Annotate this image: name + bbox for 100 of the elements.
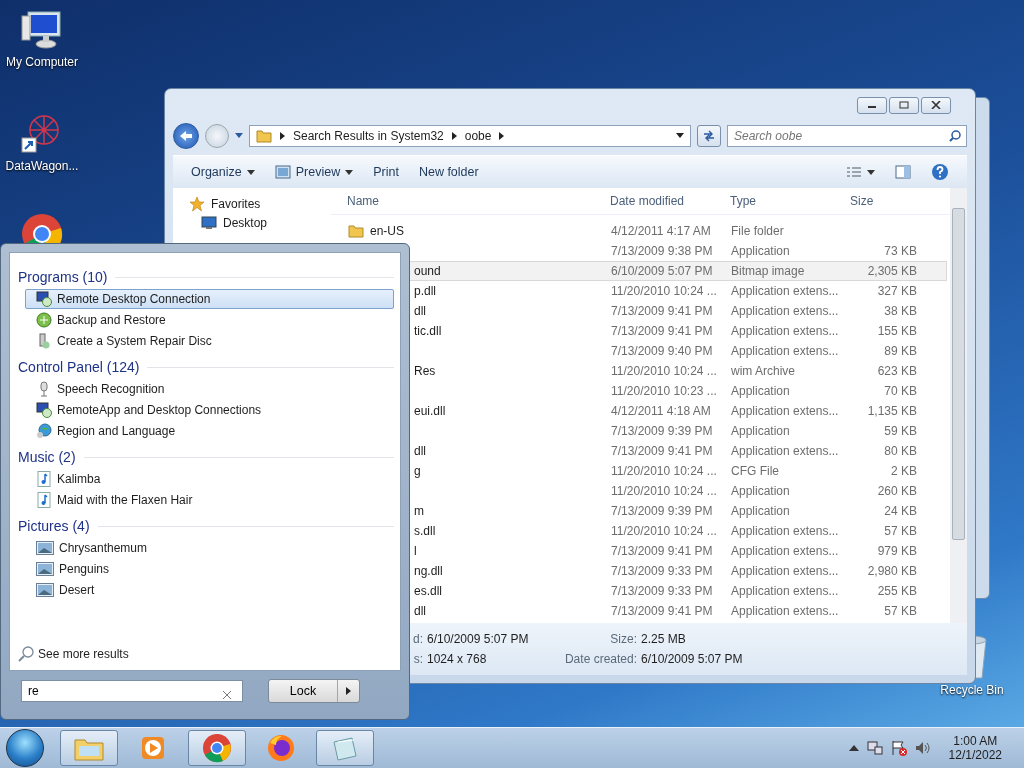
type-cell-text: Application extens... (731, 444, 840, 458)
taskbar-button[interactable] (60, 730, 118, 766)
file-name: eui.dll (414, 404, 446, 418)
date-cell-text: 7/13/2009 9:33 PM (611, 564, 714, 578)
date-cell-text: 4/12/2011 4:17 AM (611, 224, 712, 238)
close-button[interactable] (921, 96, 951, 114)
toolbar-button[interactable]: Organize (183, 162, 263, 182)
toolbar-button[interactable]: New folder (410, 162, 487, 182)
file-name: ng.dll (414, 564, 443, 578)
type-cell-text: Application extens... (731, 604, 840, 618)
scrollbar[interactable] (950, 188, 967, 623)
search-field[interactable]: re (21, 680, 243, 702)
column-header[interactable]: Type (730, 194, 850, 208)
search-result-item[interactable]: Remote Desktop Connection (25, 289, 394, 309)
monitor-icon (36, 402, 52, 418)
caret-icon (235, 133, 243, 139)
search-field[interactable]: Search oobe (727, 125, 967, 147)
size-cell-text: 255 KB (876, 584, 917, 598)
desktop-icon-label[interactable]: My Computer (6, 55, 78, 69)
date-cell-text: 7/13/2009 9:39 PM (611, 424, 714, 438)
search-result-item[interactable]: Chrysanthemum (25, 538, 394, 558)
address-bar[interactable]: Search Results in System32 oobe (249, 125, 691, 147)
size-cell-text: 260 KB (876, 484, 917, 498)
file-name: s.dll (414, 524, 436, 538)
date-cell-text: 11/20/2010 10:24 ... (611, 524, 718, 538)
nav-item[interactable]: Desktop (223, 216, 268, 230)
file-name: tic.dll (414, 324, 442, 338)
caret-icon (867, 169, 875, 175)
date-cell-text: 7/13/2009 9:41 PM (611, 544, 714, 558)
desktop-icon-label[interactable]: DataWagon... (5, 159, 79, 173)
search-result-item[interactable]: Kalimba (25, 469, 394, 489)
file-name: es.dll (414, 584, 442, 598)
file-row[interactable]: en-US 4/12/2011 4:17 AM File folder (331, 221, 947, 241)
refresh-button[interactable] (697, 125, 721, 147)
column-header[interactable]: Size (850, 194, 916, 208)
caret-icon (246, 169, 255, 175)
clock[interactable]: 1:00 AM 12/1/2022 (948, 734, 1002, 762)
search-result-item[interactable]: Maid with the Flaxen Hair (25, 490, 394, 510)
detail-value: 1024 x 768 (427, 652, 488, 666)
size-cell-text: 70 KB (883, 384, 917, 398)
type-cell-text: Bitmap image (731, 264, 806, 278)
back-button[interactable] (173, 123, 199, 149)
see-more-results-link[interactable]: See more results (18, 646, 394, 662)
search-result-item[interactable]: Desert (25, 580, 394, 600)
close-icon (931, 101, 941, 109)
taskbar-button[interactable] (316, 730, 374, 766)
type-cell-text: wim Archive (731, 364, 796, 378)
date-cell-text: 7/13/2009 9:40 PM (611, 344, 714, 358)
firefox-icon (266, 733, 296, 763)
breadcrumb-item[interactable]: oobe (464, 129, 492, 143)
type-cell-text: Application extens... (731, 564, 840, 578)
file-name: dll (414, 444, 426, 458)
type-cell-text: Application extens... (731, 344, 840, 358)
refresh-icon (702, 130, 716, 142)
star-icon (189, 196, 205, 212)
size-cell-text: 1,135 KB (866, 404, 917, 418)
column-header[interactable]: Name (347, 194, 610, 208)
date-cell-text: 7/13/2009 9:41 PM (611, 324, 714, 338)
start-button[interactable] (6, 729, 44, 767)
column-header[interactable]: Date modified (610, 194, 730, 208)
chevron-icon (280, 132, 285, 140)
up-arrow-icon (848, 745, 859, 751)
help-icon (931, 163, 949, 181)
breadcrumb-item[interactable]: Search Results in System32 (293, 129, 444, 143)
file-name: m (414, 504, 424, 518)
type-cell-text: Application (731, 504, 791, 518)
detail-value: 2.25 MB (641, 632, 687, 646)
search-result-item[interactable]: Create a System Repair Disc (25, 331, 394, 351)
size-cell-text: 155 KB (876, 324, 917, 338)
size-cell-text: 89 KB (883, 344, 917, 358)
date-cell-text: 4/12/2011 4:18 AM (611, 404, 712, 418)
type-cell-text: Application (731, 484, 791, 498)
taskbar-button[interactable] (188, 730, 246, 766)
type-cell-text: Application extens... (731, 324, 840, 338)
toolbar-button[interactable]: Print (365, 162, 407, 182)
search-result-item[interactable]: Backup and Restore (25, 310, 394, 330)
type-cell-text: Application extens... (731, 284, 840, 298)
folder-icon (256, 129, 272, 143)
date-cell-text: 11/20/2010 10:23 ... (611, 384, 718, 398)
show-hidden-icons-button[interactable] (848, 745, 859, 751)
toolbar-button[interactable]: Preview (266, 162, 362, 182)
preview-icon (274, 165, 291, 179)
monitor-icon (36, 291, 52, 307)
size-cell-text: 2,305 KB (866, 264, 917, 278)
minimize-button[interactable] (857, 96, 887, 114)
search-result-item[interactable]: Region and Language (25, 421, 394, 441)
size-cell-text: 57 KB (883, 524, 917, 538)
search-result-item[interactable]: RemoteApp and Desktop Connections (25, 400, 394, 420)
media-player-icon (139, 734, 167, 762)
type-cell-text: Application extens... (731, 584, 840, 598)
type-cell-text: Application extens... (731, 544, 840, 558)
search-result-item[interactable]: Speech Recognition (25, 379, 394, 399)
type-cell-text: Application extens... (731, 524, 840, 538)
size-cell-text: 2 KB (890, 464, 917, 478)
detail-value: 6/10/2009 5:07 PM (427, 632, 530, 646)
folder-icon (348, 224, 364, 238)
globe-icon (36, 423, 52, 439)
nav-item[interactable]: Favorites (211, 197, 261, 211)
search-result-item[interactable]: Penguins (25, 559, 394, 579)
date-cell-text: 11/20/2010 10:24 ... (611, 364, 718, 378)
